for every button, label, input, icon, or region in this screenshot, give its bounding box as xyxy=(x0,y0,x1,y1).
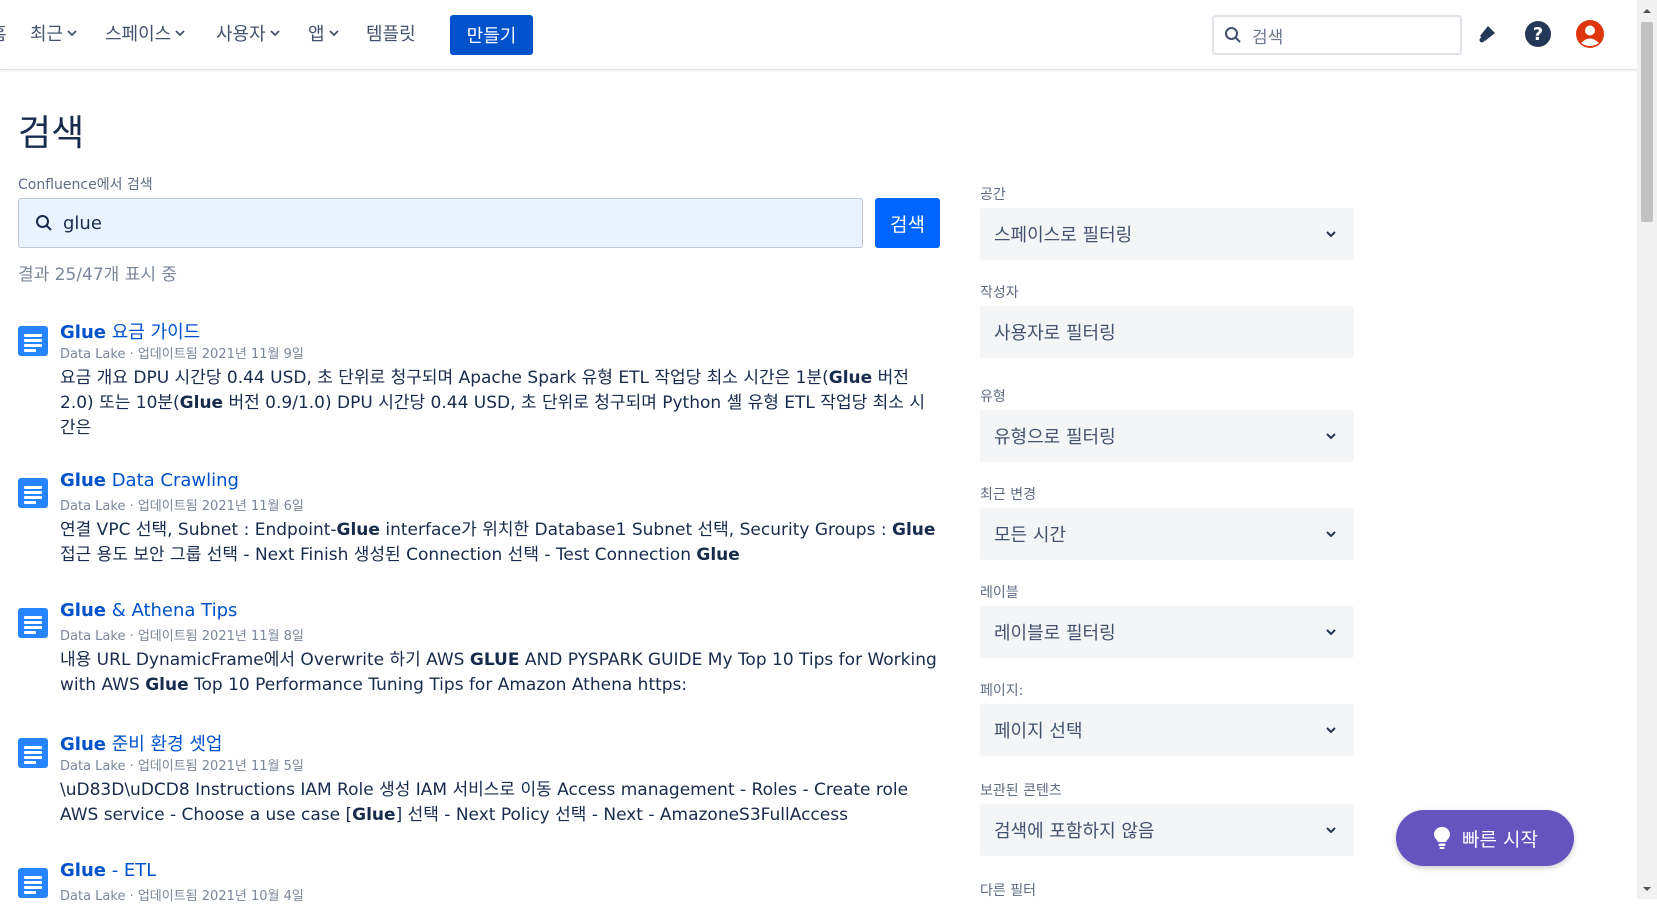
create-button[interactable]: 만들기 xyxy=(450,15,533,55)
main-search-input[interactable]: glue xyxy=(18,198,863,248)
result-title-rest: Data Crawling xyxy=(105,470,239,491)
filter-value: 스페이스로 필터링 xyxy=(994,225,1133,246)
result-title-bold: Glue xyxy=(60,734,106,755)
result-title-bold: Glue xyxy=(60,600,106,621)
result-title-bold: Glue xyxy=(60,860,106,881)
nav-item-recent-label: 최근 xyxy=(30,24,64,45)
page-icon xyxy=(18,478,48,508)
filter-value: 레이블로 필터링 xyxy=(994,623,1116,644)
nav-item-templates[interactable]: 템플릿 xyxy=(366,20,416,46)
search-icon xyxy=(1225,27,1241,43)
question-icon: ? xyxy=(1525,21,1551,47)
top-search-placeholder: 검색 xyxy=(1252,27,1284,48)
result-title-rest: - ETL xyxy=(105,860,157,881)
page-icon xyxy=(18,608,48,638)
chevron-down-icon xyxy=(270,30,280,37)
filter-label: 페이지: xyxy=(980,683,1024,699)
nav-item-home[interactable]: 홈 xyxy=(0,20,7,46)
svg-text:?: ? xyxy=(1533,24,1543,45)
result-excerpt: 연결 VPC 선택, Subnet : Endpoint-Glue interf… xyxy=(60,520,936,565)
result-excerpt: \uD83D\uDCD8 Instructions IAM Role 생성 IA… xyxy=(60,780,909,825)
chevron-down-icon xyxy=(67,30,77,37)
notifications-icon[interactable] xyxy=(1470,17,1504,51)
main-search-value: glue xyxy=(63,212,102,234)
filter-select[interactable]: 모든 시간 xyxy=(980,508,1354,560)
page-title: 검색 xyxy=(18,113,85,154)
result-meta: Data Lake · 업데이트됨 2021년 11월 6일 xyxy=(60,499,304,514)
chevron-down-icon xyxy=(1326,727,1336,734)
page-icon xyxy=(18,738,48,768)
vertical-scrollbar[interactable] xyxy=(1637,0,1657,899)
scroll-down-icon[interactable] xyxy=(1642,884,1652,894)
scroll-thumb[interactable] xyxy=(1641,22,1653,222)
result-title-bold: Glue xyxy=(60,322,106,343)
quick-start-label: 빠른 시작 xyxy=(1462,828,1538,851)
quick-start-button[interactable]: 빠른 시작 xyxy=(1396,810,1574,866)
result-title-link[interactable]: Glue Data Crawling xyxy=(60,470,239,491)
filter-value: 유형으로 필터링 xyxy=(994,427,1116,448)
filter-value: 검색에 포함하지 않음 xyxy=(994,821,1155,842)
nav-item-people[interactable]: 사용자 xyxy=(216,20,281,46)
filter-value: 사용자로 필터링 xyxy=(994,323,1116,344)
top-navigation: 홈 최근 스페이스 사용자 앱 템플릿 만들기 검색 ? xyxy=(0,0,1637,70)
result-excerpt: 요금 개요 DPU 시간당 0.44 USD, 초 단위로 청구되며 Apach… xyxy=(60,368,925,438)
result-title-link[interactable]: Glue 준비 환경 셋업 xyxy=(60,730,223,756)
scroll-up-icon[interactable] xyxy=(1642,6,1652,16)
page-icon xyxy=(18,868,48,898)
nav-item-spaces-label: 스페이스 xyxy=(105,24,172,45)
nav-item-templates-label: 템플릿 xyxy=(366,24,416,45)
filter-label: 보관된 콘텐츠 xyxy=(980,783,1062,799)
result-title-link[interactable]: Glue - ETL xyxy=(60,860,156,881)
filter-value: 페이지 선택 xyxy=(994,721,1083,742)
search-button[interactable]: 검색 xyxy=(875,198,940,248)
nav-item-apps[interactable]: 앱 xyxy=(308,20,340,46)
result-meta: Data Lake · 업데이트됨 2021년 11월 5일 xyxy=(60,759,304,774)
result-meta: Data Lake · 업데이트됨 2021년 11월 8일 xyxy=(60,629,304,644)
filter-label: 레이블 xyxy=(980,585,1019,601)
result-title-link[interactable]: Glue 요금 가이드 xyxy=(60,318,200,344)
result-title-rest: & Athena Tips xyxy=(105,600,238,621)
filter-label: 공간 xyxy=(980,187,1006,203)
nav-item-home-label: 홈 xyxy=(0,20,7,46)
chevron-down-icon xyxy=(1326,531,1336,538)
chevron-down-icon xyxy=(1326,231,1336,238)
filter-select[interactable]: 검색에 포함하지 않음 xyxy=(980,804,1354,856)
lightbulb-icon xyxy=(1434,827,1451,849)
result-count: 결과 25/47개 표시 중 xyxy=(18,265,178,285)
nav-item-spaces[interactable]: 스페이스 xyxy=(105,20,186,46)
filter-label: 유형 xyxy=(980,389,1006,405)
user-avatar-icon xyxy=(1576,20,1604,48)
result-meta: Data Lake · 업데이트됨 2021년 10월 4일 xyxy=(60,889,304,904)
result-excerpt: 내용 URL DynamicFrame에서 Overwrite 하기 AWS G… xyxy=(60,650,937,695)
filter-select[interactable]: 페이지 선택 xyxy=(980,704,1354,756)
nav-item-people-label: 사용자 xyxy=(216,24,266,45)
search-icon xyxy=(36,215,52,231)
megaphone-icon xyxy=(1479,26,1495,43)
filter-label: 최근 변경 xyxy=(980,487,1036,503)
chevron-down-icon xyxy=(328,30,339,37)
filter-select[interactable]: 스페이스로 필터링 xyxy=(980,208,1354,260)
chevron-down-icon xyxy=(1326,629,1336,636)
filter-label: 다른 필터 xyxy=(980,883,1036,899)
result-title-rest: 준비 환경 셋업 xyxy=(105,734,223,755)
result-title-bold: Glue xyxy=(60,470,106,491)
help-icon[interactable]: ? xyxy=(1521,17,1555,51)
page-icon xyxy=(18,326,48,356)
filter-label: 작성자 xyxy=(980,285,1019,301)
chevron-down-icon xyxy=(1326,433,1336,440)
filter-value: 모든 시간 xyxy=(994,525,1066,546)
chevron-down-icon xyxy=(175,30,185,37)
chevron-down-icon xyxy=(1326,827,1336,834)
filter-select[interactable]: 사용자로 필터링 xyxy=(980,306,1354,358)
avatar[interactable] xyxy=(1573,17,1607,51)
result-meta: Data Lake · 업데이트됨 2021년 11월 9일 xyxy=(60,347,304,362)
result-title-rest: 요금 가이드 xyxy=(105,322,201,343)
filter-select[interactable]: 유형으로 필터링 xyxy=(980,410,1354,462)
filter-select[interactable]: 레이블로 필터링 xyxy=(980,606,1354,658)
nav-item-recent[interactable]: 최근 xyxy=(30,20,78,46)
nav-item-apps-label: 앱 xyxy=(308,24,325,45)
search-label: Confluence에서 검색 xyxy=(18,177,153,193)
result-title-link[interactable]: Glue & Athena Tips xyxy=(60,600,237,621)
top-search-input[interactable]: 검색 xyxy=(1212,15,1462,55)
